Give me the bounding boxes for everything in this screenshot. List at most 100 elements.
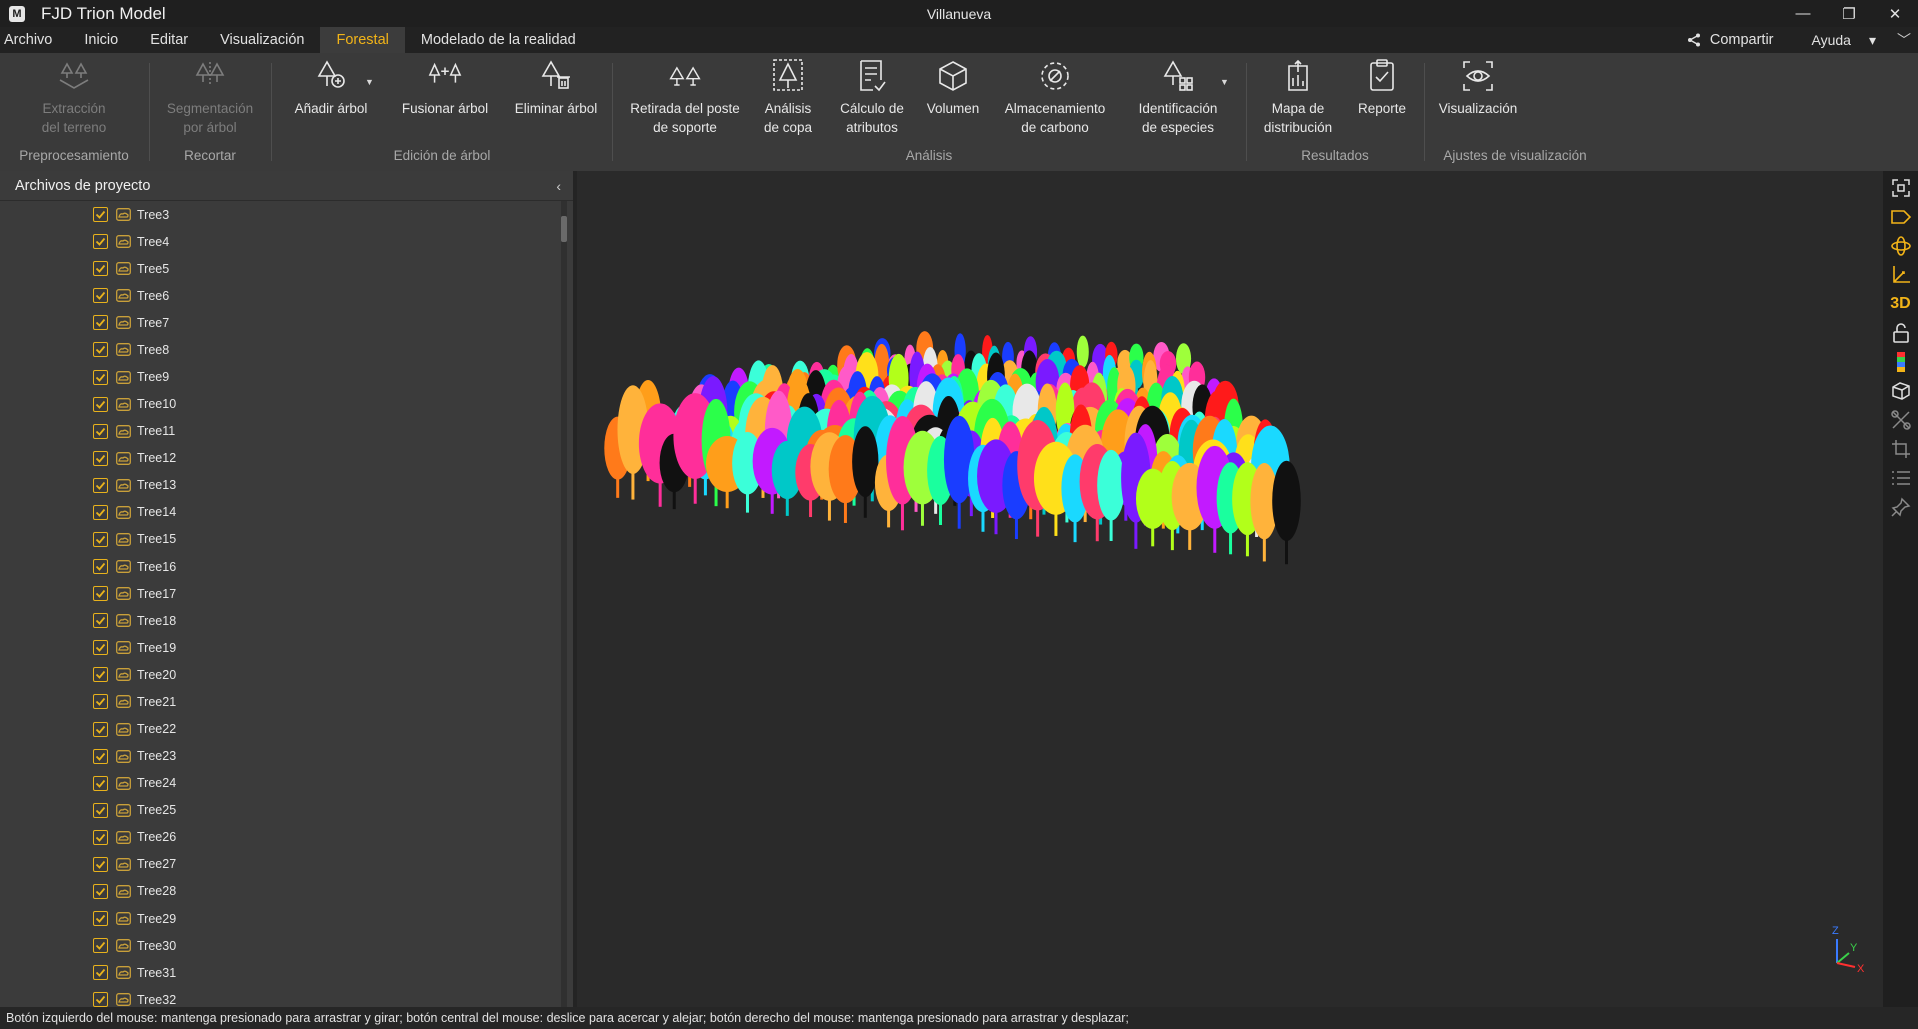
tree-list-item[interactable]: Tree31 [0,959,562,986]
checkbox-icon[interactable] [93,396,108,412]
species-id-button[interactable]: Identificación de especies [1115,57,1241,137]
tree-list-item[interactable]: Tree6 [0,282,562,309]
checkbox-icon[interactable] [93,369,108,385]
tree-list-item[interactable]: Tree13 [0,472,562,499]
lock-button[interactable] [1883,318,1918,348]
tree-segmentation-button[interactable]: Segmentación por árbol [150,57,270,137]
tree-list-item[interactable]: Tree28 [0,878,562,905]
collapse-panel-icon[interactable]: ‹ [556,178,561,194]
tree-list-item[interactable]: Tree23 [0,743,562,770]
terrain-extraction-button[interactable]: Extracción del terreno [6,57,142,137]
checkbox-icon[interactable] [93,965,108,981]
tree-list-item[interactable]: Tree30 [0,932,562,959]
support-pole-removal-button[interactable]: Retirada del poste de soporte [623,57,747,137]
tree-list-item[interactable]: Tree9 [0,363,562,390]
tree-list-item[interactable]: Tree15 [0,526,562,553]
checkbox-icon[interactable] [93,261,108,277]
menu-visualizacion[interactable]: Visualización [204,27,320,53]
tree-list-item[interactable]: Tree19 [0,634,562,661]
report-button[interactable]: Reporte [1347,57,1417,118]
checkbox-icon[interactable] [93,234,108,250]
tree-list-item[interactable]: Tree25 [0,797,562,824]
tree-list-item[interactable]: Tree17 [0,580,562,607]
tree-list-item[interactable]: Tree3 [0,201,562,228]
menu-modelado[interactable]: Modelado de la realidad [405,27,592,53]
attribute-calc-button[interactable]: Cálculo de atributos [827,57,917,137]
checkbox-icon[interactable] [93,423,108,439]
minimize-button[interactable]: — [1780,0,1826,27]
tree-list-item[interactable]: Tree21 [0,688,562,715]
tree-list-item[interactable]: Tree26 [0,824,562,851]
visualization-button[interactable]: Visualización [1425,57,1531,118]
scrollbar-thumb[interactable] [561,216,567,242]
checkbox-icon[interactable] [93,504,108,520]
crown-analysis-button[interactable]: Análisis de copa [753,57,823,137]
tree-list-item[interactable]: Tree5 [0,255,562,282]
checkbox-icon[interactable] [93,775,108,791]
list-button[interactable] [1883,463,1918,493]
tree-list-item[interactable]: Tree32 [0,986,562,1007]
species-id-dropdown-icon[interactable]: ▼ [1220,77,1229,87]
volume-button[interactable]: Volumen [913,57,993,118]
tree-list-item[interactable]: Tree24 [0,770,562,797]
checkbox-icon[interactable] [93,559,108,575]
checkbox-icon[interactable] [93,586,108,602]
tools-button[interactable] [1883,405,1918,435]
checkbox-icon[interactable] [93,613,108,629]
delete-tree-button[interactable]: Eliminar árbol [506,57,606,118]
menu-editar[interactable]: Editar [134,27,204,53]
add-tree-button[interactable]: Añadir árbol [286,57,376,118]
pin-button[interactable] [1883,492,1918,522]
tree-list-item[interactable]: Tree4 [0,228,562,255]
checkbox-icon[interactable] [93,288,108,304]
checkbox-icon[interactable] [93,640,108,656]
checkbox-icon[interactable] [93,667,108,683]
tree-list-item[interactable]: Tree8 [0,336,562,363]
checkbox-icon[interactable] [93,342,108,358]
orbit-button[interactable] [1883,231,1918,261]
tree-list-item[interactable]: Tree20 [0,661,562,688]
help-menu[interactable]: Ayuda ▾ [1812,32,1876,49]
crop-button[interactable] [1883,434,1918,464]
menu-inicio[interactable]: Inicio [68,27,134,53]
checkbox-icon[interactable] [93,856,108,872]
checkbox-icon[interactable] [93,315,108,331]
3d-view-button[interactable]: 3D [1883,289,1918,319]
tree-list-item[interactable]: Tree11 [0,418,562,445]
checkbox-icon[interactable] [93,938,108,954]
perspective-button[interactable] [1883,202,1918,232]
distribution-map-button[interactable]: Mapa de distribución [1253,57,1343,137]
restore-button[interactable]: ❐ [1826,0,1872,27]
checkbox-icon[interactable] [93,450,108,466]
tree-list-item[interactable]: Tree16 [0,553,562,580]
share-button[interactable]: Compartir [1687,32,1774,48]
tree-list-item[interactable]: Tree27 [0,851,562,878]
checkbox-icon[interactable] [93,477,108,493]
checkbox-icon[interactable] [93,207,108,223]
menu-archivo[interactable]: Archivo [0,27,68,53]
checkbox-icon[interactable] [93,721,108,737]
checkbox-icon[interactable] [93,883,108,899]
merge-tree-button[interactable]: Fusionar árbol [390,57,500,118]
checkbox-icon[interactable] [93,531,108,547]
tree-list-item[interactable]: Tree29 [0,905,562,932]
menu-forestal[interactable]: Forestal [320,27,405,53]
tree-list-item[interactable]: Tree12 [0,445,562,472]
fit-view-button[interactable] [1883,173,1918,203]
checkbox-icon[interactable] [93,829,108,845]
add-tree-dropdown-icon[interactable]: ▼ [365,77,374,87]
3d-viewport[interactable]: Z Y X [577,171,1883,1007]
carbon-storage-button[interactable]: Almacenamiento de carbono [985,57,1125,137]
checkbox-icon[interactable] [93,802,108,818]
cube-view-button[interactable] [1883,376,1918,406]
tree-list-item[interactable]: Tree14 [0,499,562,526]
ribbon-collapse-icon[interactable]: ﹀ [1890,30,1918,50]
tree-list-item[interactable]: Tree22 [0,715,562,742]
checkbox-icon[interactable] [93,992,108,1007]
scrollbar[interactable] [561,201,567,1007]
tree-list-item[interactable]: Tree18 [0,607,562,634]
checkbox-icon[interactable] [93,694,108,710]
close-button[interactable]: ✕ [1872,0,1918,27]
color-bar-button[interactable] [1883,347,1918,377]
axis-view-button[interactable] [1883,260,1918,290]
